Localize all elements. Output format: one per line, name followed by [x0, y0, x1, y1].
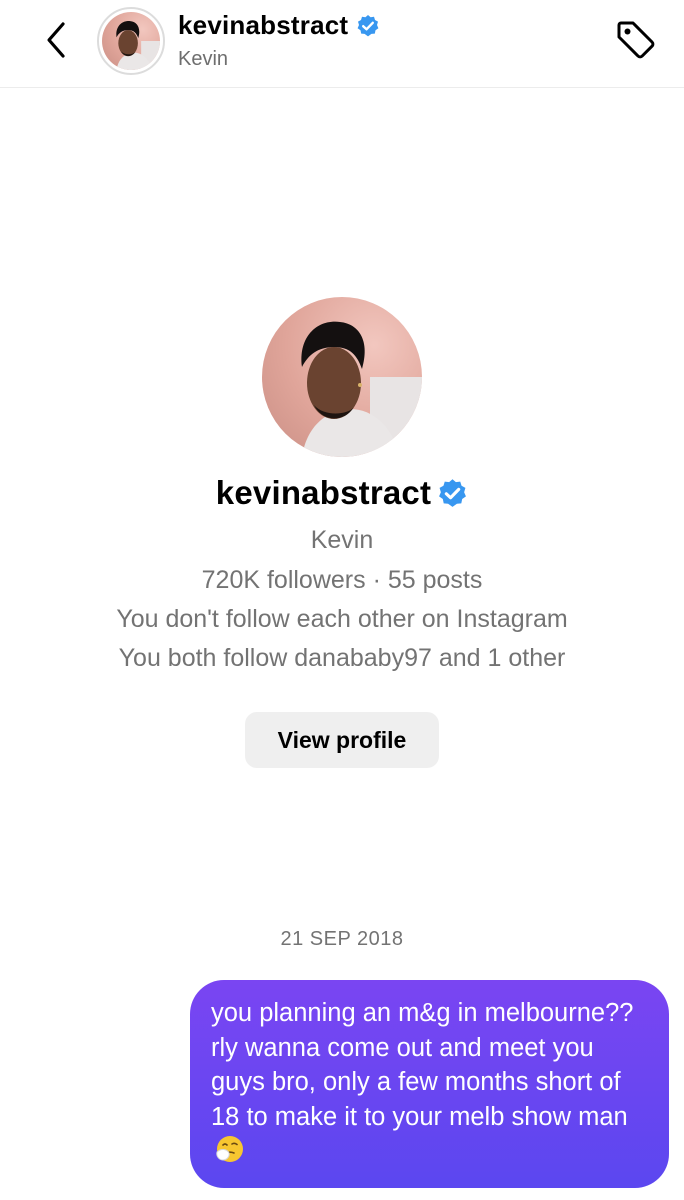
mutual-followers: You both follow danababy97 and 1 other — [118, 644, 566, 672]
profile-username: kevinabstract — [215, 474, 432, 511]
message-text: you planning an m&g in melbourne?? rly w… — [211, 999, 634, 1131]
profile-avatar[interactable] — [262, 297, 422, 457]
chevron-left-icon — [47, 22, 65, 58]
header-username: kevinabstract — [178, 10, 349, 40]
tag-button[interactable] — [612, 18, 660, 62]
sent-message-bubble[interactable]: you planning an m&g in melbourne?? rly w… — [190, 980, 669, 1188]
message-date: 21 SEP 2018 — [280, 928, 404, 950]
header-title[interactable]: kevinabstract — [178, 10, 380, 41]
verified-badge-icon — [357, 14, 379, 36]
tag-icon — [617, 21, 655, 59]
profile-title: kevinabstract — [0, 474, 684, 512]
chat-header: kevinabstract Kevin — [0, 0, 684, 88]
view-profile-button[interactable]: View profile — [245, 712, 439, 768]
profile-stats: 720K followers · 55 posts — [201, 566, 483, 594]
verified-badge-icon — [439, 478, 467, 507]
sneezing-face-icon — [215, 1134, 245, 1174]
header-avatar[interactable] — [97, 7, 165, 75]
profile-display-name: Kevin — [310, 526, 374, 554]
avatar-photo — [102, 12, 160, 70]
avatar-photo — [262, 297, 422, 457]
header-display-name: Kevin — [178, 48, 229, 70]
back-button[interactable] — [36, 18, 76, 62]
follow-status: You don't follow each other on Instagram — [116, 605, 568, 633]
